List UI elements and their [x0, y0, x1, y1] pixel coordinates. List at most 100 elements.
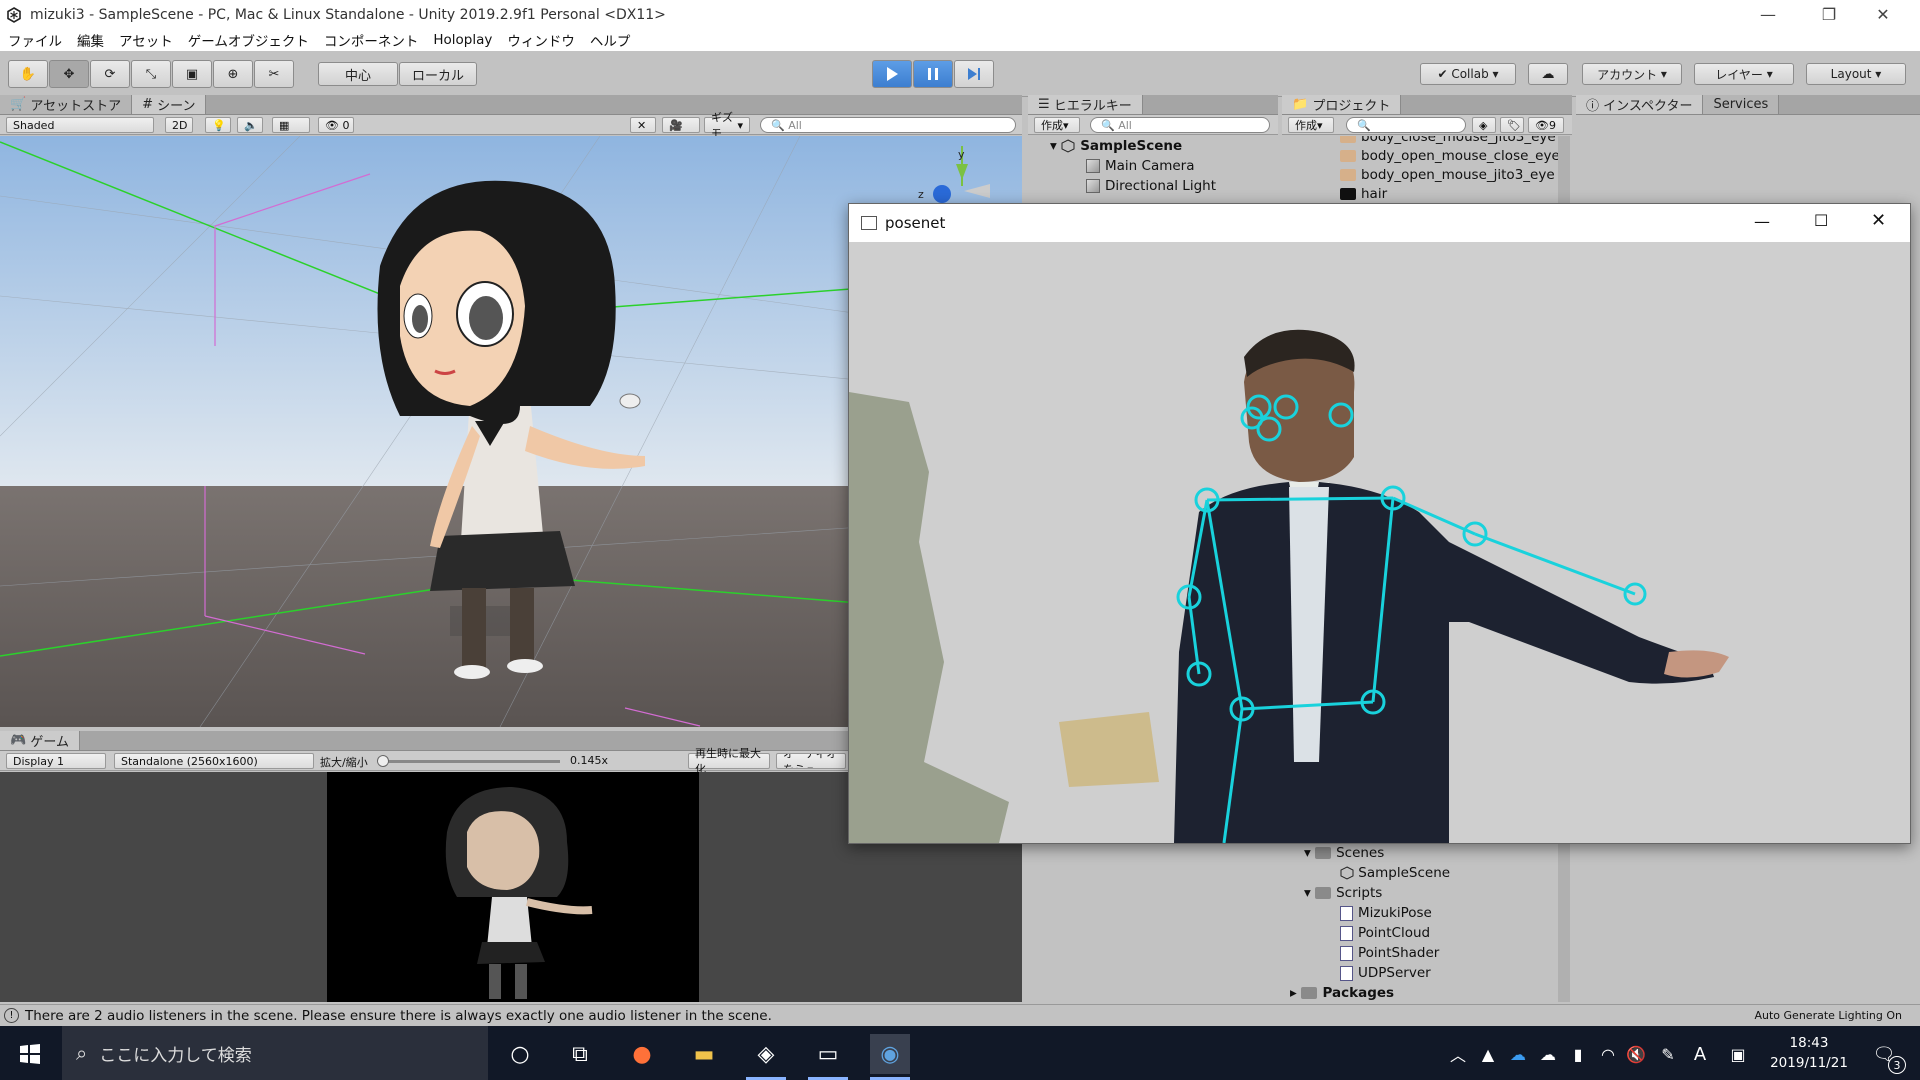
tab-scene[interactable]: # シーン [132, 95, 207, 114]
layers-dropdown[interactable]: レイヤー ▾ [1694, 63, 1794, 85]
file-explorer-icon[interactable]: ▬ [684, 1034, 724, 1074]
project-item-script[interactable]: MizukiPose [1340, 904, 1432, 922]
project-item[interactable]: body_open_mouse_close_eye [1340, 147, 1560, 165]
tab-services[interactable]: Services [1703, 95, 1780, 114]
collab-dropdown[interactable]: ✔ Collab ▾ [1420, 63, 1516, 85]
svg-text:z: z [918, 188, 924, 201]
menu-holoplay[interactable]: Holoplay [433, 32, 492, 48]
pause-button[interactable] [913, 60, 953, 88]
project-item-label: SampleScene [1358, 865, 1451, 881]
project-search-input[interactable]: 🔍 [1346, 117, 1466, 133]
restore-button[interactable]: ❐ [1806, 0, 1852, 29]
light-gizmo-icon[interactable] [619, 393, 641, 409]
hidden-count[interactable]: 👁 0 [318, 117, 354, 133]
project-item-script[interactable]: PointCloud [1340, 924, 1430, 942]
tab-inspector-label: インスペクター [1603, 99, 1693, 114]
gizmos-dropdown[interactable]: ギズモ ▾ [704, 111, 750, 140]
shading-label: Shaded [13, 118, 55, 132]
clock[interactable]: 18:43 2019/11/21 [1764, 1033, 1854, 1073]
menu-gameobject[interactable]: ゲームオブジェクト [188, 30, 309, 50]
effects-dropdown-icon[interactable]: ▦ [272, 117, 310, 133]
play-button[interactable] [872, 60, 912, 88]
close-button[interactable]: ✕ [1860, 0, 1906, 29]
tab-asset-store[interactable]: 🛒 アセットストア [0, 95, 133, 114]
minimize-button[interactable]: — [1745, 0, 1791, 29]
tab-game[interactable]: 🎮 ゲーム [0, 731, 80, 750]
project-item-scene[interactable]: SampleScene [1340, 864, 1450, 882]
transform-tool-icon[interactable]: ⊕ [213, 60, 253, 88]
hidden-count-label: 9 [1548, 118, 1556, 132]
account-dropdown[interactable]: アカウント ▾ [1582, 63, 1682, 85]
ime-indicator[interactable]: A [1680, 1034, 1720, 1074]
display-dropdown[interactable]: Display 1 [6, 753, 106, 769]
project-item-label: PointCloud [1358, 925, 1431, 941]
custom-tool-icon[interactable]: ✂ [254, 60, 294, 88]
hierarchy-create-dropdown[interactable]: 作成 ▾ [1034, 117, 1080, 133]
scale-slider-thumb[interactable] [377, 755, 389, 767]
menu-file[interactable]: ファイル [8, 30, 62, 50]
mute-toggle[interactable]: オーディオをミュ [776, 753, 846, 769]
tools-icon[interactable]: ✕ [630, 117, 656, 133]
unity-taskbar-icon[interactable]: ◈ [746, 1034, 786, 1080]
space-toggle[interactable]: ローカル [399, 62, 477, 86]
audio-toggle-icon[interactable]: 🔈 [237, 117, 263, 133]
project-item-script[interactable]: UDPServer [1340, 964, 1431, 982]
step-button[interactable] [954, 60, 994, 88]
tab-hierarchy[interactable]: ☰ ヒエラルキー [1028, 95, 1143, 114]
posenet-window[interactable]: posenet — ☐ ✕ [848, 203, 1911, 844]
menu-component[interactable]: コンポーネント [324, 30, 419, 50]
project-item-shader[interactable]: PointShader [1340, 944, 1439, 962]
project-folder-packages[interactable]: ▸ Packages [1290, 984, 1394, 1002]
filter-type-icon[interactable]: ◈ [1472, 117, 1496, 133]
project-item[interactable]: hair [1340, 185, 1387, 203]
project-item[interactable]: body_close_mouse_jito3_eye [1340, 136, 1556, 146]
posenet-minimize-button[interactable]: — [1754, 212, 1770, 231]
scene-tabbar: 🛒 アセットストア # シーン [0, 95, 1022, 115]
menu-help[interactable]: ヘルプ [590, 30, 631, 50]
project-create-dropdown[interactable]: 作成 ▾ [1288, 117, 1334, 133]
terminal-icon[interactable]: ▭ [808, 1034, 848, 1080]
posenet-close-button[interactable]: ✕ [1871, 210, 1886, 231]
tablet-mode-icon[interactable]: ▣ [1718, 1034, 1758, 1074]
tab-project[interactable]: 📁 プロジェクト [1282, 95, 1402, 114]
hierarchy-item-directional-light[interactable]: Directional Light [1086, 177, 1216, 195]
project-folder-scenes[interactable]: ▾ Scenes [1304, 844, 1384, 862]
project-folder-scripts[interactable]: ▾ Scripts [1304, 884, 1382, 902]
hierarchy-scene-row[interactable]: ▾ SampleScene [1050, 137, 1182, 155]
maximize-toggle[interactable]: 再生時に最大化 [688, 747, 770, 776]
menu-window[interactable]: ウィンドウ [507, 30, 575, 50]
status-message[interactable]: There are 2 audio listeners in the scene… [25, 1008, 772, 1024]
tab-services-label: Services [1713, 97, 1769, 112]
cloud-icon[interactable]: ☁ [1528, 63, 1568, 85]
move-tool-icon[interactable]: ✥ [49, 60, 89, 88]
scale-slider[interactable] [380, 760, 560, 763]
menu-edit[interactable]: 編集 [77, 30, 104, 50]
taskbar-search-box[interactable]: ⌕ ここに入力して検索 [62, 1026, 488, 1080]
task-view-icon[interactable]: ⧉ [560, 1034, 600, 1074]
hidden-packages-icon[interactable]: 👁 9 [1528, 117, 1564, 133]
camera-icon[interactable]: 🎥 [662, 117, 700, 133]
hierarchy-item-main-camera[interactable]: Main Camera [1086, 157, 1195, 175]
filter-label-icon[interactable]: 🏷 [1500, 117, 1524, 133]
scale-tool-icon[interactable]: ⤡ [131, 60, 171, 88]
windows-start-icon[interactable] [10, 1034, 50, 1074]
hand-tool-icon[interactable]: ✋ [8, 60, 48, 88]
hierarchy-search-input[interactable]: 🔍 All [1090, 117, 1270, 133]
rect-tool-icon[interactable]: ▣ [172, 60, 212, 88]
python-icon[interactable]: ◉ [870, 1034, 910, 1080]
shading-dropdown[interactable]: Shaded [6, 117, 154, 133]
project-item[interactable]: body_open_mouse_jito3_eye [1340, 166, 1555, 184]
pivot-toggle[interactable]: 中心 [318, 62, 398, 86]
tab-inspector[interactable]: ⓘ インスペクター [1576, 95, 1704, 114]
rotate-tool-icon[interactable]: ⟳ [90, 60, 130, 88]
2d-toggle[interactable]: 2D [165, 117, 193, 133]
menu-assets[interactable]: アセット [119, 30, 173, 50]
cortana-icon[interactable]: ○ [500, 1034, 540, 1074]
scale-value: 0.145x [570, 754, 609, 767]
lighting-toggle-icon[interactable]: 💡 [205, 117, 231, 133]
posenet-maximize-button[interactable]: ☐ [1814, 211, 1828, 230]
firefox-icon[interactable]: ● [622, 1034, 662, 1074]
layout-dropdown[interactable]: Layout ▾ [1806, 63, 1906, 85]
scene-search-input[interactable]: 🔍 All [760, 117, 1016, 133]
resolution-dropdown[interactable]: Standalone (2560x1600) [114, 753, 314, 769]
